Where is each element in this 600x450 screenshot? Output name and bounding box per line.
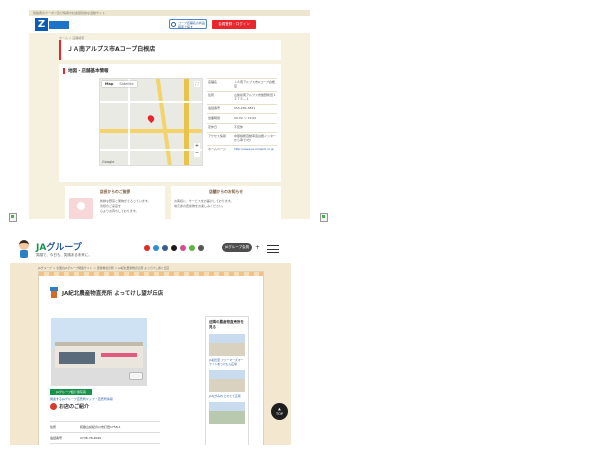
store-detail-table: 住所 和歌山県紀の川市打田1758-1 電話番号 0736-78-4040 [50,421,160,444]
store-info-table: 店舗名 ＪＡ南アルプス市Aコープ白根店 住所 山梨県南アルプス市飯野新田１２７５－１ 電… [207,78,277,155]
info-row: 営業時間 09:00 〜 19:00 [207,113,277,124]
info-value[interactable]: http://www.ja-minami.or.jp [233,145,277,155]
site-header: Z コープ店舗名の商品検索で探す 会員登録・ログイン [29,16,310,33]
member-login-button[interactable]: JAグループ会員 [222,243,252,252]
map-type-tabs: Map Satellite [102,81,137,87]
info-value: 山梨県南アルプス市飯野新田１２７５－１ [233,90,277,105]
logo-text-block [49,20,69,29]
top-label: TOP [275,412,283,416]
info-label: アクセス情報 [207,132,233,146]
youtube-icon[interactable] [144,245,150,251]
logo-ja: JA [36,243,47,253]
tiktok-icon[interactable] [171,245,177,251]
info-label: 定休日 [207,122,233,133]
store-search-button[interactable]: コープ店舗名の商品検索で探す [169,19,207,29]
news-line: 地元産の農産物をお楽しみください。 [174,204,226,208]
section-title: 地図・店舗基本情報 [63,68,277,74]
fullscreen-icon[interactable]: ⛶ [194,81,200,87]
line-icon[interactable] [189,245,195,251]
instagram-icon[interactable] [180,245,186,251]
screenshot-collage: 供給者のクーポン及び情報や社会環境的な活動サイト Z コープ店舗名の商品検索で探… [0,0,600,450]
info-row: ホームページ http://www.ja-minami.or.jp [207,145,277,155]
ja-group-store-page: JAグループ 笑顔で、今日も、笑顔ある未来に。 JAグループ会員 + JAグルー… [10,235,291,445]
row-label: 電話番号 [50,436,63,440]
map-street [100,149,202,151]
satellite-tab[interactable]: Satellite [116,81,136,87]
store-title: ＪＡ南アルプス市Aコープ白根店 [59,40,281,60]
zoom-in-button[interactable]: + [194,143,200,150]
map-highway [184,79,189,165]
store-news-card: 店舗からのお知らせ お客様に、サービスをお届けしております。 地元産の農産物をお… [171,186,281,219]
zoom-control[interactable]: + − [194,143,200,157]
info-value: 055-282-5841 [233,103,277,114]
map-road [155,79,173,165]
info-row: アクセス情報 中部横断自動車道白根インターから車で3分 [207,132,277,146]
intro-title: お店のご紹介 [59,404,90,410]
info-value: 09:00 〜 19:00 [233,113,277,124]
map-street [100,101,202,103]
info-row: 電話番号 055-282-5841 [207,103,277,114]
zoom-out-button[interactable]: − [194,150,200,157]
info-value: 中部横断自動車道白根インターから車で3分 [233,132,277,146]
social-links [144,245,204,251]
apple-icon [50,403,57,410]
broken-image-icon [9,213,17,222]
info-label: 営業時間 [207,113,233,124]
info-value: 不定休 [233,122,277,133]
info-label: 店舗名 [207,78,233,92]
table-row: 電話番号 0736-78-4040 [50,432,160,444]
row-label: 住所 [50,425,57,429]
info-row: 店舗名 ＪＡ南アルプス市Aコープ白根店 [207,78,277,92]
search-icon [171,22,176,27]
info-row: 定休日 不定休 [207,122,277,133]
register-button[interactable]: 会員登録・ログイン [212,20,256,29]
info-label: 電話番号 [207,103,233,114]
plus-icon[interactable]: + [255,244,260,251]
logo-tagline: 笑顔で、今日も、笑顔ある未来に。 [36,253,92,257]
map-pin-icon[interactable] [146,113,156,124]
manager-avatar [69,198,93,219]
info-row: 住所 山梨県南アルプス市飯野新田１２７５－１ [207,90,277,105]
greeting-text: 新鮮な野菜と果物がそろっています。 皆様のご来店を 心よりお待ちしております。 [100,199,162,214]
google-logo: Google [102,160,115,164]
group-intro-button[interactable]: JAグループ紹介用写真 [50,389,92,395]
manager-greeting-card: 店長からのご挨拶 新鮮な野菜と果物がそろっています。 皆様のご来店を 心よりお待… [65,186,165,219]
info-label: ホームページ [207,145,233,155]
store-map[interactable]: Map Satellite ⛶ + − Google [99,78,203,166]
broken-image-icon [320,213,328,222]
greeting-title: 店長からのご挨拶 [99,189,131,194]
store-info-section: 地図・店舗基本情報 Map Satellite ⛶ + − Google 店舗名… [59,64,281,182]
row-value: 和歌山県紀の川市打田1758-1 [80,425,121,429]
hamburger-menu-icon[interactable] [267,245,279,253]
map-tab[interactable]: Map [102,81,116,87]
map-street [128,79,130,165]
mascot-icon [16,240,32,258]
coop-store-page: 供給者のクーポン及び情報や社会環境的な活動サイト Z コープ店舗名の商品検索で探… [29,10,310,219]
table-row: 住所 和歌山県紀の川市打田1758-1 [50,421,160,432]
news-title: 店舗からのお知らせ [208,189,244,194]
greeting-line: 心よりお待ちしております。 [100,209,139,213]
related-link[interactable]: 関連するJAグループ直売所マップ・直売所情報 [50,397,113,401]
row-value: 0736-78-4040 [80,436,102,440]
search-label: コープ店舗名の商品検索で探す [178,21,205,29]
info-label: 住所 [207,90,233,105]
logo-z-icon: Z [35,18,48,31]
info-value: ＪＡ南アルプス市Aコープ白根店 [233,78,277,92]
lower-content: JAグループ紹介用写真 関連するJAグループ直売所マップ・直売所情報 お店のご紹… [38,271,264,445]
intro-heading: お店のご紹介 [50,403,89,410]
twitter-icon[interactable] [153,245,159,251]
share-icon[interactable] [198,245,204,251]
site-logo[interactable]: Z [35,18,69,31]
facebook-icon[interactable] [162,245,168,251]
ja-group-logo[interactable]: JAグループ 笑顔で、今日も、笑顔ある未来に。 [36,240,92,258]
logo-group: グループ [46,243,82,253]
back-to-top-button[interactable]: ▲ TOP [271,403,288,420]
site-header: JAグループ 笑顔で、今日も、笑顔ある未来に。 JAグループ会員 + [10,235,291,263]
